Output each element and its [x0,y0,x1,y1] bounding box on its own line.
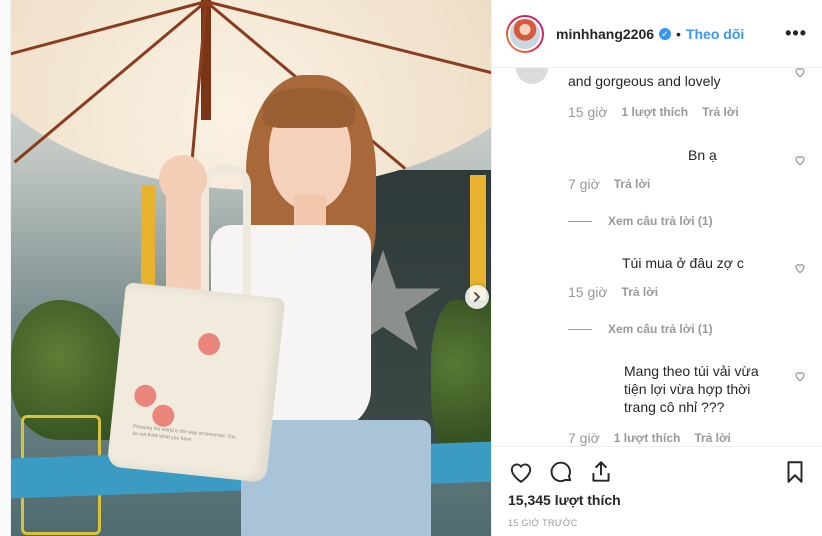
comment-text: Mang theo túi vải vừa tiện lợi vừa hợp t… [624,363,759,415]
comment-text: and gorgeous and lovely [568,73,721,89]
view-replies-label: Xem câu trả lời (1) [608,214,713,228]
heart-icon[interactable] [508,459,534,485]
view-replies-label: Xem câu trả lời (1) [608,322,713,336]
chevron-right-icon [474,292,481,302]
like-count[interactable]: 15,345 lượt thích [508,492,621,508]
comment-item: and gorgeous and lovely 15 giờ 1 lượt th… [568,72,796,120]
comment-item: Mang theo túi vải vừa tiện lợi vừa hợp t… [568,362,796,446]
reply-button[interactable]: Trả lời [614,177,651,191]
heart-icon[interactable] [794,154,806,166]
comment-likes[interactable]: 1 lượt thích [614,431,681,445]
comment-time[interactable]: 7 giờ [568,176,600,192]
post-date[interactable]: 15 GIỜ TRƯỚC [508,518,578,528]
comment-likes[interactable]: 1 lượt thích [622,105,689,119]
share-icon[interactable] [588,459,614,485]
heart-icon[interactable] [794,370,806,382]
heart-icon[interactable] [794,262,806,274]
view-replies-button[interactable]: Xem câu trả lời (1) [568,322,713,336]
follow-button[interactable]: Theo dõi [686,26,744,42]
reply-button[interactable]: Trả lời [694,431,731,445]
reply-button[interactable]: Trả lời [702,105,739,119]
comment-time[interactable]: 15 giờ [568,104,608,120]
next-photo-button[interactable] [465,285,489,309]
commenter-avatar[interactable] [516,68,548,84]
comment-text: Bn ạ [688,147,717,163]
bookmark-icon[interactable] [782,459,808,485]
comment-time[interactable]: 7 giờ [568,430,600,446]
separator-dot: • [676,25,681,42]
tote-bag: Pleasing the world is the way of tomorro… [106,282,286,483]
comments-list[interactable]: and gorgeous and lovely 15 giờ 1 lượt th… [492,68,822,446]
reply-button[interactable]: Trả lời [622,285,659,299]
bag-print-text: Pleasing the world is the way of tomorro… [131,423,236,443]
post-photo: Pleasing the world is the way of tomorro… [11,0,491,536]
comment-time[interactable]: 15 giờ [568,284,608,300]
post-header: minhhang2206 ✓ • Theo dõi ••• [492,0,822,68]
username-link[interactable]: minhhang2206 [556,26,654,42]
heart-icon[interactable] [794,68,806,78]
comment-item: Bn ạ 7 giờ Trả lời [568,146,796,192]
post-sidebar: minhhang2206 ✓ • Theo dõi ••• and gorgeo… [491,0,822,536]
instagram-post: Pleasing the world is the way of tomorro… [10,0,822,536]
avatar[interactable] [506,14,544,53]
comment-icon[interactable] [548,459,574,485]
verified-icon: ✓ [659,27,672,40]
view-replies-button[interactable]: Xem câu trả lời (1) [568,214,713,228]
comment-text: Túi mua ở đâu zợ c [622,255,744,271]
comment-item: Túi mua ở đâu zợ c 15 giờ Trả lời [568,254,796,300]
more-icon[interactable]: ••• [785,23,807,44]
action-bar [492,446,822,496]
